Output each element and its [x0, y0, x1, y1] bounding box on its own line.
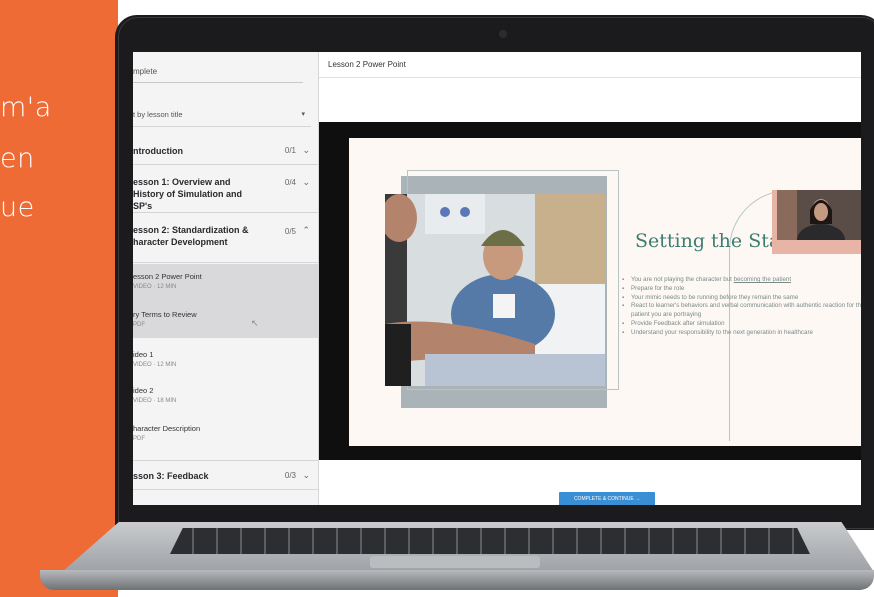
lesson-item-video-2[interactable]: ideo 2 VIDEO · 18 MIN [133, 384, 318, 414]
lesson-title: haracter Description [133, 424, 201, 433]
promo-line-2: en [0, 143, 35, 174]
promo-line-3: ue [0, 192, 35, 223]
lesson-item-video-1[interactable]: ideo 1 VIDEO · 12 MIN [133, 348, 318, 378]
lesson-meta: PDF [133, 436, 145, 442]
chevron-down-icon: ⌄ [302, 470, 310, 480]
presenter-image [777, 190, 861, 240]
lesson-content: Lesson 2 Power Point Setting the Stage ▪… [319, 52, 861, 505]
module-title: ntroduction [133, 146, 183, 156]
slide-bullet: Provide Feedback after simulation [622, 320, 861, 329]
module-progress: 0/3 [284, 471, 296, 480]
sort-select-label: t by lesson title [133, 110, 183, 119]
presenter-video[interactable] [772, 190, 861, 254]
slide-bullet: Your mimic needs to be running before th… [622, 294, 861, 303]
lesson-item-power-point[interactable]: esson 2 Power Point VIDEO · 12 MIN [133, 270, 318, 300]
slide-bullet: React to learner's behaviors and verbal … [622, 302, 861, 320]
bullet-text: You are not playing the character but [631, 276, 732, 283]
bullet-emphasis: becoming the patient [733, 276, 792, 283]
module-title: esson 2: Standardization & haracter Deve… [133, 225, 249, 247]
slide-bullet: Prepare for the role [622, 285, 861, 294]
lesson-title: esson 2 Power Point [133, 272, 202, 281]
module-lesson-3[interactable]: sson 3: Feedback 0/3 ⌄ [133, 460, 318, 490]
lesson-title: ideo 1 [133, 350, 154, 359]
course-sidebar: mplete t by lesson title ▾ ntroduction 0… [133, 52, 319, 505]
module-progress: 0/4 [284, 178, 296, 187]
webcam [499, 30, 507, 38]
laptop-trackpad [370, 556, 540, 568]
chevron-down-icon: ⌄ [302, 145, 310, 155]
lesson-item-terms[interactable]: ry Terms to Review PDF ↖ [133, 308, 318, 338]
laptop-base-edge [40, 570, 874, 590]
module-title: sson 3: Feedback [133, 471, 209, 481]
lesson-title: ry Terms to Review [133, 310, 197, 319]
promo-panel: m'a en ue [0, 0, 118, 597]
presentation-slide: Setting the Stage You are not playing th… [349, 138, 861, 446]
lesson-meta: PDF [133, 322, 145, 328]
lesson-meta: VIDEO · 12 MIN [133, 362, 177, 368]
chevron-down-icon: ⌄ [302, 177, 310, 187]
module-lesson-2[interactable]: esson 2: Standardization & haracter Deve… [133, 214, 318, 263]
header-divider [319, 77, 861, 78]
caret-down-icon: ▾ [301, 111, 305, 118]
module-lesson-1[interactable]: esson 1: Overview and History of Simulat… [133, 166, 318, 213]
presenter-video-feed [777, 190, 861, 240]
laptop-keyboard [170, 528, 810, 554]
chevron-up-icon: ⌃ [302, 225, 310, 235]
lesson-meta: VIDEO · 12 MIN [133, 284, 177, 290]
sidebar-search-input[interactable]: mplete [133, 62, 303, 83]
slide-bullet: Understand your responsibility to the ne… [622, 329, 861, 338]
module-introduction[interactable]: ntroduction 0/1 ⌄ [133, 138, 318, 165]
slide-player[interactable]: Setting the Stage You are not playing th… [319, 122, 861, 460]
slide-bullet-list: You are not playing the character but be… [621, 276, 861, 338]
hospital-photo [385, 194, 605, 386]
slide-bullet: You are not playing the character but be… [622, 276, 861, 285]
lesson-title: ideo 2 [133, 386, 154, 395]
module-progress: 0/5 [284, 227, 296, 236]
lesson-meta: VIDEO · 18 MIN [133, 398, 177, 404]
lesson-title-heading: Lesson 2 Power Point [328, 60, 406, 69]
complete-and-continue-button[interactable]: COMPLETE & CONTINUE → [559, 492, 655, 505]
laptop-screen: mplete t by lesson title ▾ ntroduction 0… [133, 52, 861, 505]
patient-scene-image [385, 194, 605, 386]
sort-select[interactable]: t by lesson title ▾ [133, 104, 311, 127]
module-progress: 0/1 [284, 146, 296, 155]
promo-line-1: m'a [0, 92, 52, 123]
module-title: esson 1: Overview and History of Simulat… [133, 177, 243, 211]
cursor-icon: ↖ [251, 318, 259, 328]
lesson-item-character-description[interactable]: haracter Description PDF [133, 422, 318, 452]
